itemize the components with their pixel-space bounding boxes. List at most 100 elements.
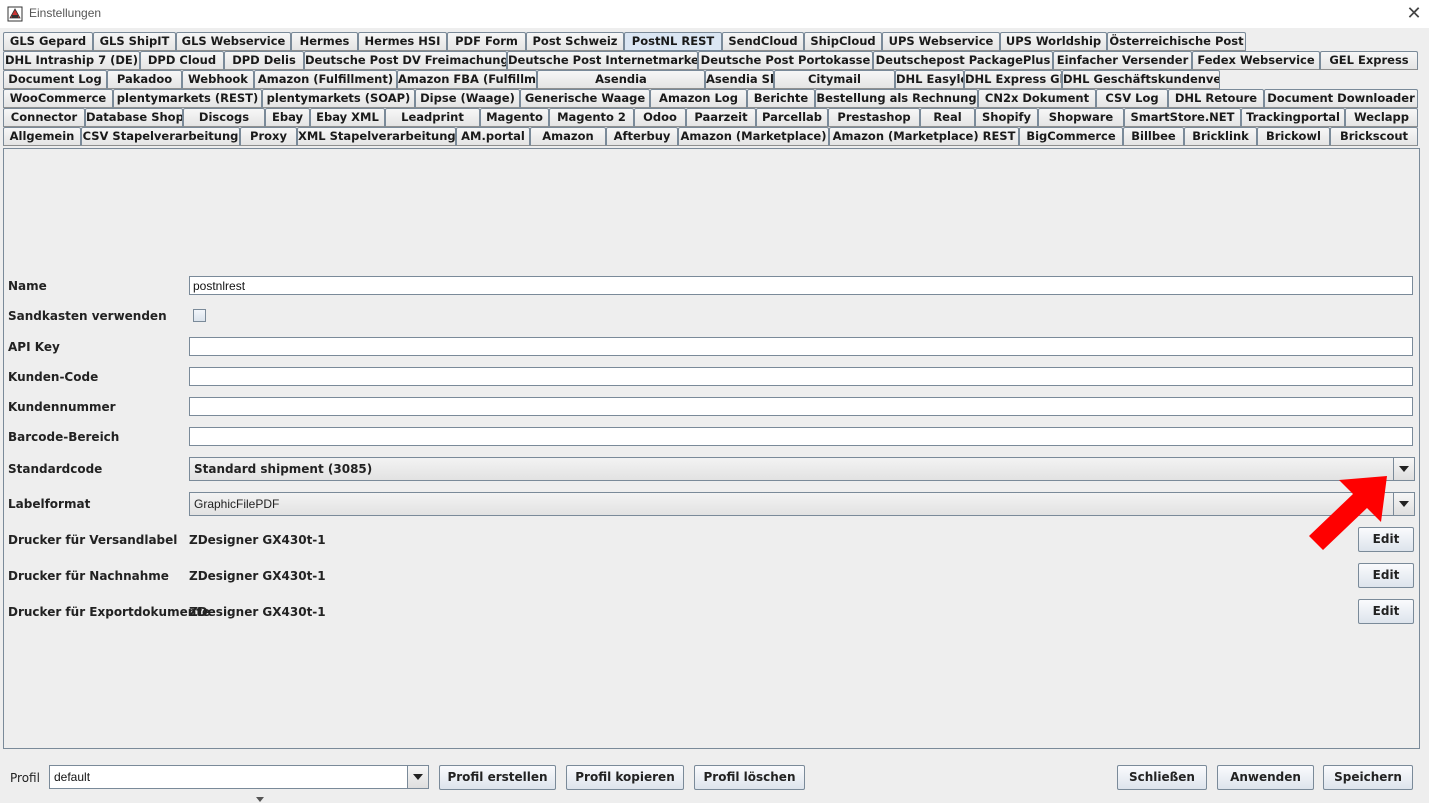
- tab-database-shop[interactable]: Database Shop: [85, 108, 183, 127]
- tab-document-log[interactable]: Document Log: [3, 70, 107, 89]
- tab-allgemein[interactable]: Allgemein: [3, 127, 81, 146]
- tab-deutsche-post-portokasse[interactable]: Deutsche Post Portokasse: [698, 51, 873, 70]
- tab-weclapp[interactable]: Weclapp: [1345, 108, 1418, 127]
- tab-parcellab[interactable]: Parcellab: [756, 108, 828, 127]
- tab-woocommerce[interactable]: WooCommerce: [3, 89, 113, 108]
- apply-button[interactable]: Anwenden: [1217, 765, 1314, 790]
- apikey-input[interactable]: [189, 337, 1413, 356]
- tab-bricklink[interactable]: Bricklink: [1184, 127, 1257, 146]
- tab-shopware[interactable]: Shopware: [1038, 108, 1124, 127]
- tab-dipse-waage[interactable]: Dipse (Waage): [415, 89, 520, 108]
- tab-post-schweiz[interactable]: Post Schweiz: [526, 32, 624, 51]
- tab-berichte[interactable]: Berichte: [747, 89, 815, 108]
- tab-paarzeit[interactable]: Paarzeit: [686, 108, 756, 127]
- tab-plentymarkets-rest[interactable]: plentymarkets (REST): [113, 89, 262, 108]
- window-title: Einstellungen: [29, 6, 102, 20]
- tab-ebay[interactable]: Ebay: [265, 108, 310, 127]
- tab-proxy[interactable]: Proxy: [240, 127, 297, 146]
- printer-cod-label: Drucker für Nachnahme: [8, 569, 169, 583]
- tab-asendia[interactable]: Asendia: [537, 70, 705, 89]
- standardcode-select[interactable]: Standard shipment (3085): [189, 457, 1415, 481]
- tab-pakadoo[interactable]: Pakadoo: [107, 70, 182, 89]
- close-button[interactable]: Schließen: [1117, 765, 1207, 790]
- tab-gls-shipit[interactable]: GLS ShipIT: [93, 32, 176, 51]
- tab-xml-stapelverarbeitung[interactable]: XML Stapelverarbeitung: [297, 127, 456, 146]
- tab-dpd-cloud[interactable]: DPD Cloud: [140, 51, 224, 70]
- tab-billbee[interactable]: Billbee: [1123, 127, 1184, 146]
- edit-printer-export-button[interactable]: Edit: [1358, 599, 1414, 624]
- profil-delete-button[interactable]: Profil löschen: [694, 765, 805, 790]
- tab-amazon-marketplace-rest[interactable]: Amazon (Marketplace) REST: [829, 127, 1019, 146]
- tab-gls-gepard[interactable]: GLS Gepard: [3, 32, 93, 51]
- tab-pdf-form[interactable]: PDF Form: [447, 32, 526, 51]
- tab-connector[interactable]: Connector: [3, 108, 85, 127]
- tab-brickowl[interactable]: Brickowl: [1257, 127, 1330, 146]
- tab-webhook[interactable]: Webhook: [182, 70, 254, 89]
- tab-gls-webservice[interactable]: GLS Webservice: [176, 32, 291, 51]
- profil-create-button[interactable]: Profil erstellen: [439, 765, 556, 790]
- tab-amazon-log[interactable]: Amazon Log: [650, 89, 747, 108]
- sandbox-checkbox[interactable]: [193, 309, 206, 322]
- tab-citymail[interactable]: Citymail: [774, 70, 895, 89]
- tab-dpd-delis[interactable]: DPD Delis: [224, 51, 304, 70]
- tab-ups-worldship[interactable]: UPS Worldship: [1000, 32, 1107, 51]
- tab-deutsche-post-internetmarke[interactable]: Deutsche Post Internetmarke: [507, 51, 698, 70]
- tab-am-portal[interactable]: AM.portal: [456, 127, 530, 146]
- tab-österreichische-post[interactable]: Österreichische Post: [1107, 32, 1246, 51]
- tab-brickscout[interactable]: Brickscout: [1330, 127, 1418, 146]
- tab-smartstore-net[interactable]: SmartStore.NET: [1124, 108, 1241, 127]
- tab-dhl-easylog[interactable]: DHL Easylog: [895, 70, 964, 89]
- tab-fedex-webservice[interactable]: Fedex Webservice: [1192, 51, 1320, 70]
- tab-document-downloader[interactable]: Document Downloader: [1264, 89, 1418, 108]
- chevron-down-icon[interactable]: [407, 766, 428, 788]
- tab-leadprint[interactable]: Leadprint: [385, 108, 480, 127]
- tab-deutsche-post-dv-freimachung[interactable]: Deutsche Post DV Freimachung: [304, 51, 507, 70]
- barcode-input[interactable]: [189, 427, 1413, 446]
- tab-csv-log[interactable]: CSV Log: [1096, 89, 1168, 108]
- tab-einfacher-versender[interactable]: Einfacher Versender: [1053, 51, 1192, 70]
- tab-discogs[interactable]: Discogs: [183, 108, 265, 127]
- tab-dhl-geschäftskundenversand[interactable]: DHL Geschäftskundenversand: [1062, 70, 1220, 89]
- tab-magento[interactable]: Magento: [480, 108, 549, 127]
- kundennummer-input[interactable]: [189, 397, 1413, 416]
- tab-amazon[interactable]: Amazon: [530, 127, 606, 146]
- tab-shipcloud[interactable]: ShipCloud: [804, 32, 882, 51]
- tab-ebay-xml[interactable]: Ebay XML: [310, 108, 385, 127]
- tab-magento-2[interactable]: Magento 2: [549, 108, 634, 127]
- tab-generische-waage[interactable]: Generische Waage: [520, 89, 650, 108]
- tab-csv-stapelverarbeitung[interactable]: CSV Stapelverarbeitung: [81, 127, 240, 146]
- tab-dhl-express-global-ws[interactable]: DHL Express Global WS: [964, 70, 1062, 89]
- labelformat-select[interactable]: GraphicFilePDF: [189, 492, 1415, 516]
- close-icon[interactable]: ✕: [1399, 0, 1429, 28]
- tab-plentymarkets-soap[interactable]: plentymarkets (SOAP): [262, 89, 415, 108]
- tab-postnl-rest[interactable]: PostNL REST: [624, 32, 722, 51]
- tab-prestashop[interactable]: Prestashop: [828, 108, 920, 127]
- tab-dhl-retoure[interactable]: DHL Retoure: [1168, 89, 1264, 108]
- tab-odoo[interactable]: Odoo: [634, 108, 686, 127]
- tab-ups-webservice[interactable]: UPS Webservice: [882, 32, 1000, 51]
- tab-amazon-marketplace[interactable]: Amazon (Marketplace): [678, 127, 829, 146]
- tab-gel-express[interactable]: GEL Express: [1320, 51, 1418, 70]
- name-input[interactable]: [189, 276, 1413, 295]
- kundencode-input[interactable]: [189, 367, 1413, 386]
- tab-amazon-fulfillment[interactable]: Amazon (Fulfillment): [254, 70, 397, 89]
- tab-bestellung-als-rechnung[interactable]: Bestellung als Rechnung: [815, 89, 978, 108]
- printer-cod-value: ZDesigner GX430t-1: [189, 569, 326, 583]
- tab-trackingportal[interactable]: Trackingportal: [1241, 108, 1345, 127]
- tab-asendia-shipping[interactable]: Asendia Shipping: [705, 70, 774, 89]
- tab-sendcloud[interactable]: SendCloud: [722, 32, 804, 51]
- tab-shopify[interactable]: Shopify: [975, 108, 1038, 127]
- save-button[interactable]: Speichern: [1323, 765, 1413, 790]
- tab-dhl-intraship-7-de[interactable]: DHL Intraship 7 (DE): [3, 51, 140, 70]
- edit-printer-cod-button[interactable]: Edit: [1358, 563, 1414, 588]
- tab-hermes[interactable]: Hermes: [291, 32, 358, 51]
- tab-bigcommerce[interactable]: BigCommerce: [1019, 127, 1123, 146]
- profil-select[interactable]: default: [49, 765, 429, 789]
- tab-afterbuy[interactable]: Afterbuy: [606, 127, 678, 146]
- tab-amazon-fba-fulfillment[interactable]: Amazon FBA (Fulfillment): [397, 70, 537, 89]
- tab-real[interactable]: Real: [920, 108, 975, 127]
- profil-copy-button[interactable]: Profil kopieren: [566, 765, 684, 790]
- tab-deutschepost-packageplus[interactable]: Deutschepost PackagePlus: [873, 51, 1053, 70]
- tab-hermes-hsi[interactable]: Hermes HSI: [358, 32, 447, 51]
- tab-cn2x-dokument[interactable]: CN2x Dokument: [978, 89, 1096, 108]
